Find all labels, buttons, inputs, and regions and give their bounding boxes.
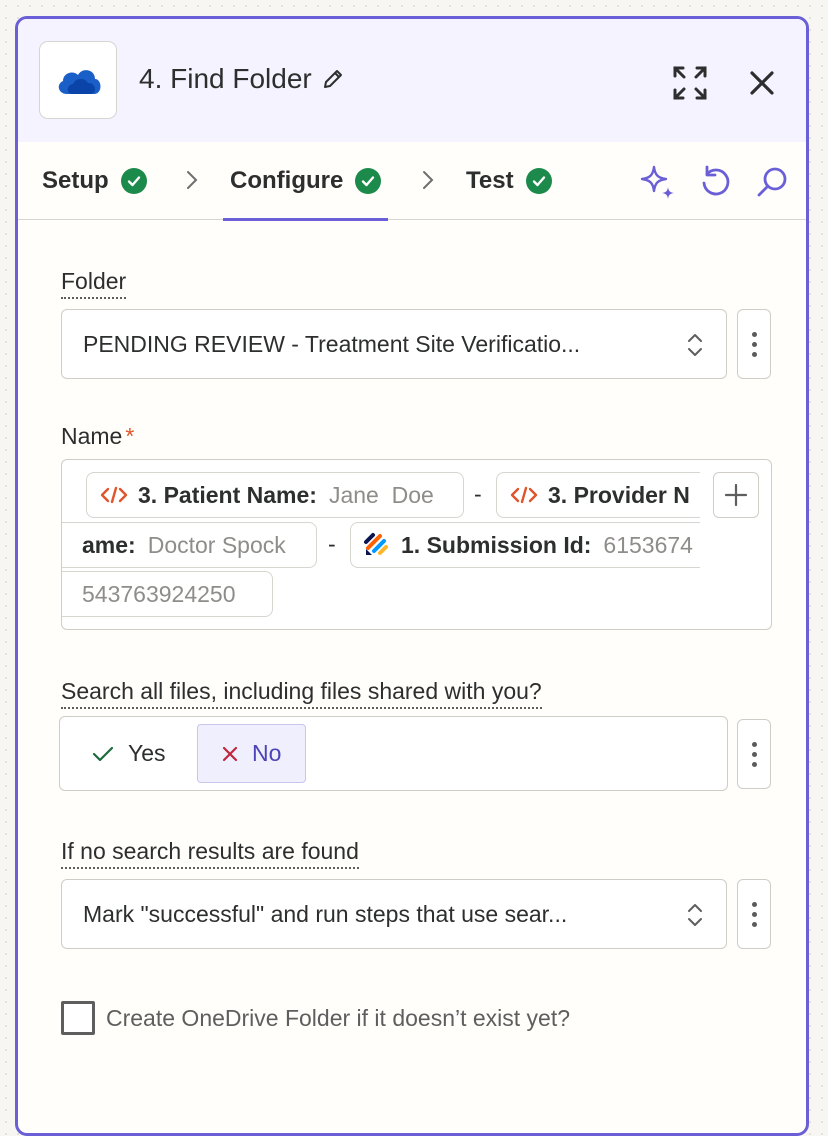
token-value: Doctor Spock — [147, 531, 286, 558]
check-circle-icon — [525, 168, 552, 194]
token-patient-name[interactable]: 3. Patient Name: Jane Doe — [86, 472, 464, 518]
expand-button[interactable] — [670, 63, 710, 103]
undo-icon — [702, 165, 730, 196]
no-results-label: If no search results are found — [61, 838, 359, 869]
create-folder-label: Create OneDrive Folder if it doesn’t exi… — [106, 1004, 571, 1031]
undo-button[interactable] — [696, 162, 736, 202]
name-label-text: Name — [61, 423, 123, 449]
sparkle-icon — [640, 165, 674, 199]
option-no[interactable]: No — [197, 724, 306, 783]
token-value: Jane Doe — [328, 481, 434, 508]
step-title[interactable]: 4. Find Folder — [139, 63, 344, 95]
token-submission-id-cont[interactable]: 543763924250 — [62, 571, 273, 617]
tab-setup[interactable]: Setup — [42, 142, 147, 220]
no-results-options-button[interactable] — [737, 879, 771, 949]
token-submission-id[interactable]: 1. Submission Id: 6153674 — [350, 522, 700, 568]
option-no-label: No — [252, 740, 282, 766]
close-button[interactable] — [742, 63, 782, 103]
name-label: Name * — [61, 423, 134, 452]
step-editor-panel: 4. Find Folder Setup Configure Test Fold… — [15, 16, 809, 1136]
code-icon — [100, 486, 128, 504]
no-results-select[interactable]: Mark "successful" and run steps that use… — [61, 879, 727, 949]
search-icon — [757, 167, 787, 197]
folder-options-button[interactable] — [737, 309, 771, 379]
token-label: 3. Patient Name: — [138, 481, 317, 508]
token-value: 6153674 — [603, 531, 693, 558]
check-icon — [92, 746, 114, 761]
token-provider-name-cont[interactable]: ame: Doctor Spock — [62, 522, 317, 568]
code-icon — [510, 486, 538, 504]
separator: - — [474, 481, 482, 507]
chevron-right-icon — [423, 171, 434, 189]
select-updown-icon — [688, 334, 702, 356]
step-header: 4. Find Folder — [18, 19, 806, 142]
search-all-options-button[interactable] — [737, 719, 771, 789]
create-folder-checkbox[interactable] — [61, 1001, 95, 1035]
token-provider-name[interactable]: 3. Provider N — [496, 472, 700, 518]
folder-select-value: PENDING REVIEW - Treatment Site Verifica… — [83, 330, 581, 357]
x-icon — [222, 746, 238, 761]
token-label: 3. Provider N — [548, 481, 690, 508]
tab-configure[interactable]: Configure — [222, 142, 389, 221]
expand-icon — [673, 66, 707, 100]
insert-data-button[interactable] — [713, 472, 759, 518]
tab-test[interactable]: Test — [466, 142, 552, 220]
ai-assist-button[interactable] — [638, 162, 678, 202]
token-label: ame: — [82, 531, 136, 558]
search-button[interactable] — [752, 162, 792, 202]
separator: - — [328, 531, 336, 557]
close-icon — [750, 71, 774, 95]
option-yes[interactable]: Yes — [70, 724, 188, 783]
tab-test-label: Test — [466, 167, 514, 194]
check-circle-icon — [355, 168, 382, 194]
tab-configure-label: Configure — [230, 167, 344, 194]
step-tabs: Setup Configure Test — [18, 142, 806, 221]
search-all-label: Search all files, including files shared… — [61, 678, 542, 709]
check-circle-icon — [120, 168, 147, 194]
plus-icon — [724, 483, 748, 507]
name-input[interactable]: 3. Patient Name: Jane Doe - 3. Provider … — [61, 459, 772, 630]
token-label: 1. Submission Id: — [401, 531, 592, 558]
app-logo — [39, 41, 117, 119]
token-value: 543763924250 — [82, 580, 236, 607]
step-title-text: 4. Find Folder — [139, 63, 312, 94]
create-folder-row: Create OneDrive Folder if it doesn’t exi… — [61, 1001, 570, 1035]
required-asterisk: * — [125, 423, 135, 449]
onedrive-cloud-icon — [58, 70, 101, 94]
jotform-icon — [364, 533, 388, 555]
folder-select[interactable]: PENDING REVIEW - Treatment Site Verifica… — [61, 309, 727, 379]
chevron-right-icon — [187, 171, 198, 189]
search-all-toggle: Yes No — [59, 716, 728, 791]
select-updown-icon — [688, 904, 702, 926]
pencil-icon[interactable] — [322, 68, 344, 90]
no-results-select-value: Mark "successful" and run steps that use… — [83, 900, 568, 927]
tab-setup-label: Setup — [42, 167, 109, 194]
option-yes-label: Yes — [128, 740, 166, 766]
folder-label: Folder — [61, 268, 127, 299]
